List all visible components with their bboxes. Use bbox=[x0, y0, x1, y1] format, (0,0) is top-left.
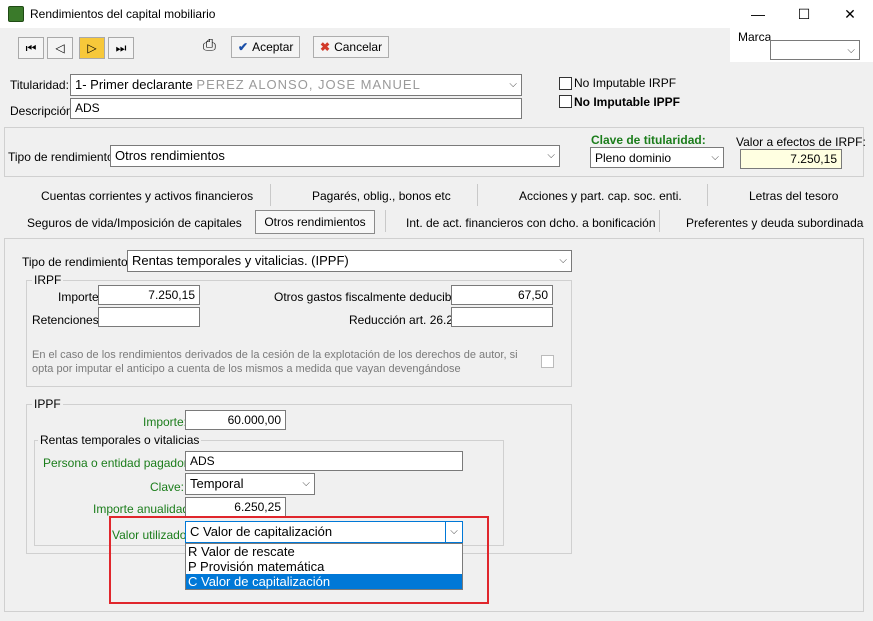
tab-letras-tesoro[interactable]: Letras del tesoro bbox=[749, 189, 838, 203]
minimize-button[interactable]: — bbox=[735, 0, 781, 28]
tab-int-act-financieros[interactable]: Int. de act. financieros con dcho. a bon… bbox=[406, 216, 656, 230]
last-record-button[interactable]: ⏭ bbox=[108, 37, 134, 59]
next-record-button[interactable]: ▷ bbox=[79, 37, 105, 59]
irpf-importe-label: Importe: bbox=[58, 290, 103, 304]
chevron-down-icon: ⌵ bbox=[547, 150, 555, 161]
reduccion-input[interactable] bbox=[451, 307, 553, 327]
valor-irpf-value: 7.250,15 bbox=[740, 149, 842, 169]
option-valor-capitalizacion[interactable]: C Valor de capitalización bbox=[186, 574, 462, 589]
chevron-down-icon: ⌵ bbox=[445, 522, 462, 542]
chevron-down-icon: ⌵ bbox=[509, 79, 517, 90]
chevron-down-icon: ⌵ bbox=[847, 45, 855, 56]
rentas-group-title: Rentas temporales o vitalicias bbox=[38, 433, 202, 447]
close-icon: ✖ bbox=[320, 40, 331, 54]
tab-otros-rendimientos[interactable]: Otros rendimientos bbox=[255, 210, 375, 234]
arrow-right-icon: ▷ bbox=[87, 41, 97, 55]
chevron-down-icon: ⌵ bbox=[711, 152, 719, 163]
cancel-button[interactable]: ✖ Cancelar bbox=[313, 36, 390, 58]
print-icon[interactable]: ⎙ bbox=[203, 37, 216, 55]
titularidad-value: 1- Primer declarante bbox=[75, 77, 193, 92]
chevron-down-icon: ⌵ bbox=[559, 255, 567, 266]
marca-label: Marca bbox=[738, 30, 772, 44]
chevron-down-icon: ⌵ bbox=[302, 478, 310, 489]
valor-utilizado-select[interactable]: C Valor de capitalización ⌵ bbox=[185, 521, 463, 543]
clave-titularidad-label: Clave de titularidad: bbox=[591, 133, 706, 147]
clave-select[interactable]: Temporal ⌵ bbox=[185, 473, 315, 495]
titularidad-name-blurred: PEREZ ALONSO, JOSE MANUEL bbox=[196, 77, 421, 92]
maximize-button[interactable]: ☐ bbox=[781, 0, 827, 28]
skip-first-icon: ⏮ bbox=[25, 41, 37, 55]
no-imputable-ippf-label: No Imputable IPPF bbox=[574, 95, 681, 109]
otros-gastos-input[interactable]: 67,50 bbox=[451, 285, 553, 305]
titularidad-select[interactable]: 1- Primer declarante PEREZ ALONSO, JOSE … bbox=[70, 74, 522, 96]
titularidad-label: Titularidad: bbox=[10, 78, 69, 92]
valor-utilizado-options: R Valor de rescate P Provisión matemátic… bbox=[185, 543, 463, 590]
tipo-rendimiento-label: Tipo de rendimiento: bbox=[8, 150, 117, 164]
irpf-group-title: IRPF bbox=[32, 273, 64, 287]
derechos-autor-note: En el caso de los rendimientos derivados… bbox=[32, 349, 518, 375]
ippf-importe-label: Importe: bbox=[143, 415, 188, 429]
tab-pagares[interactable]: Pagarés, oblig., bonos etc bbox=[312, 189, 451, 203]
tab-separator bbox=[707, 184, 708, 206]
tab-acciones[interactable]: Acciones y part. cap. soc. enti. bbox=[519, 189, 682, 203]
accept-label: Aceptar bbox=[252, 40, 294, 54]
option-provision-matematica[interactable]: P Provisión matemática bbox=[186, 559, 462, 574]
tipo-rendimiento-select[interactable]: Otros rendimientos ⌵ bbox=[110, 145, 560, 167]
tab-separator bbox=[270, 184, 271, 206]
tab-separator bbox=[659, 210, 660, 232]
retenciones-input[interactable] bbox=[98, 307, 200, 327]
no-imputable-ippf-checkbox[interactable] bbox=[559, 95, 572, 108]
reduccion-label: Reducción art. 26.2: bbox=[349, 313, 457, 327]
clave-label: Clave: bbox=[150, 480, 185, 494]
tab-otros-rendimientos-label: Otros rendimientos bbox=[264, 215, 366, 229]
importe-anualidad-input[interactable]: 6.250,25 bbox=[185, 497, 286, 517]
option-valor-rescate[interactable]: R Valor de rescate bbox=[186, 544, 462, 559]
persona-input[interactable]: ADS bbox=[185, 451, 463, 471]
valor-utilizado-label: Valor utilizado: bbox=[112, 528, 190, 542]
importe-anualidad-label: Importe anualidad: bbox=[93, 502, 193, 516]
skip-last-icon: ⏭ bbox=[115, 41, 127, 55]
irpf-importe-input[interactable]: 7.250,15 bbox=[98, 285, 200, 305]
valor-irpf-label: Valor a efectos de IRPF: bbox=[736, 135, 866, 149]
clave-titularidad-select[interactable]: Pleno dominio ⌵ bbox=[590, 147, 724, 168]
accept-button[interactable]: ✔ Aceptar bbox=[231, 36, 301, 58]
tab-seguros-vida[interactable]: Seguros de vida/Imposición de capitales bbox=[27, 216, 242, 230]
ippf-importe-input[interactable]: 60.000,00 bbox=[185, 410, 286, 430]
derechos-autor-checkbox[interactable] bbox=[541, 355, 554, 368]
close-button[interactable]: ✕ bbox=[827, 0, 873, 28]
cancel-label: Cancelar bbox=[334, 40, 383, 54]
no-imputable-irpf-label: No Imputable IRPF bbox=[574, 76, 677, 90]
ippf-group-title: IPPF bbox=[32, 397, 63, 411]
previous-record-button[interactable]: ◁ bbox=[47, 37, 73, 59]
check-icon: ✔ bbox=[238, 40, 249, 54]
tab-separator bbox=[385, 210, 386, 232]
otros-gastos-label: Otros gastos fiscalmente deducibles: bbox=[274, 290, 471, 304]
arrow-left-icon: ◁ bbox=[55, 41, 65, 55]
descripcion-label: Descripción: bbox=[10, 104, 77, 118]
retenciones-label: Retenciones: bbox=[32, 313, 103, 327]
no-imputable-irpf-checkbox[interactable] bbox=[559, 77, 572, 90]
app-icon bbox=[8, 6, 24, 22]
marca-select[interactable]: ⌵ bbox=[770, 40, 860, 60]
detail-tipo-label: Tipo de rendimiento: bbox=[22, 255, 131, 269]
window-title: Rendimientos del capital mobiliario bbox=[30, 7, 216, 21]
tab-cuentas-corrientes[interactable]: Cuentas corrientes y activos financieros bbox=[41, 189, 253, 203]
persona-label: Persona o entidad pagadora: bbox=[43, 456, 198, 470]
tab-separator bbox=[477, 184, 478, 206]
tab-preferentes[interactable]: Preferentes y deuda subordinada bbox=[686, 216, 863, 230]
detail-tipo-select[interactable]: Rentas temporales y vitalicias. (IPPF) ⌵ bbox=[127, 250, 572, 272]
descripcion-input[interactable]: ADS bbox=[70, 98, 522, 119]
first-record-button[interactable]: ⏮ bbox=[18, 37, 44, 59]
